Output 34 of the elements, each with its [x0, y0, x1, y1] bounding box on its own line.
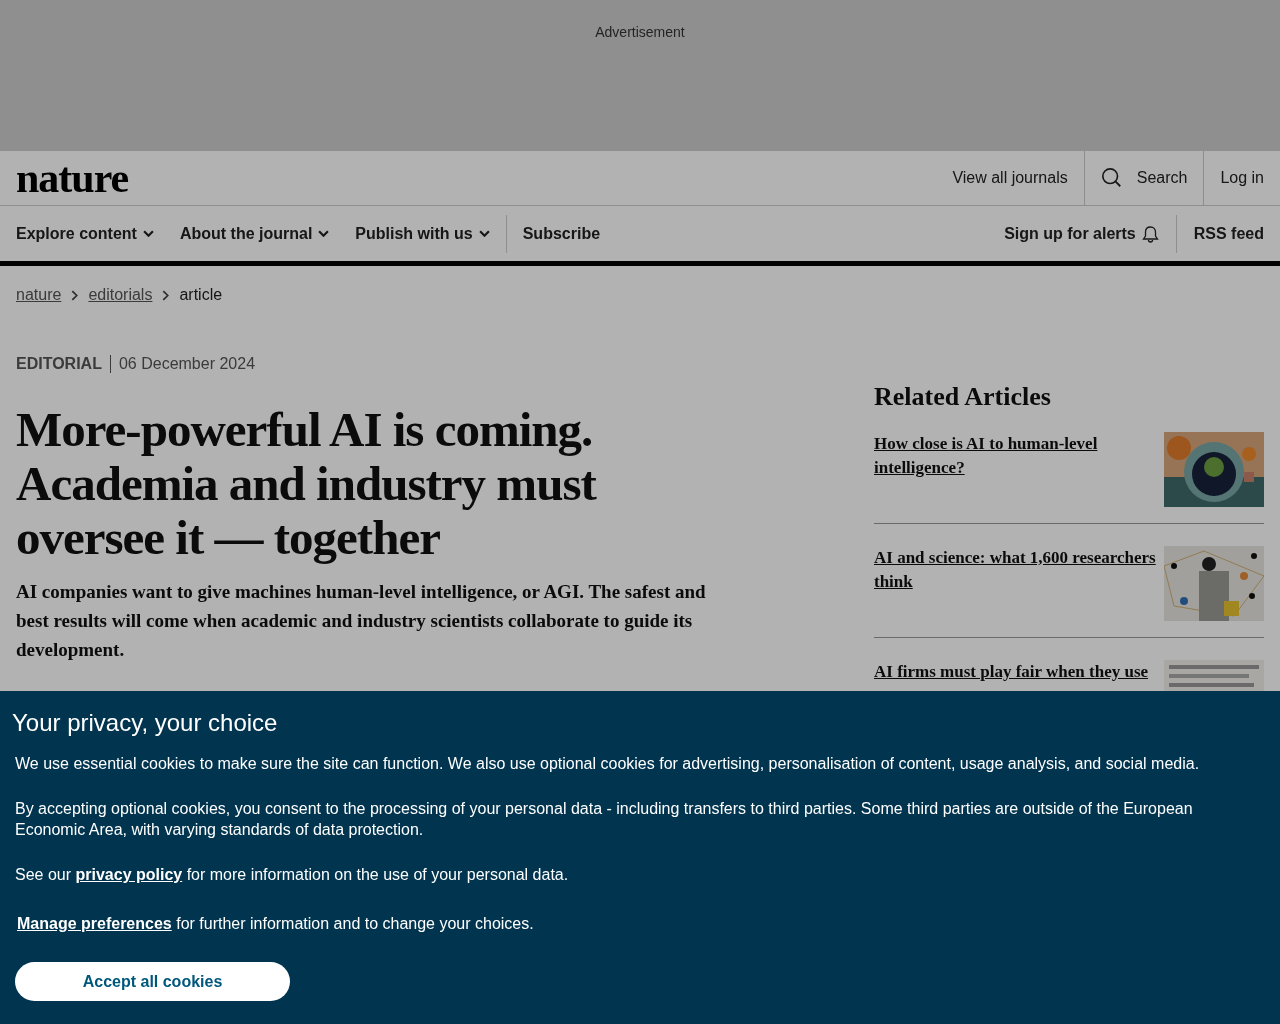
bell-icon	[1141, 224, 1159, 243]
breadcrumb-link[interactable]: editorials	[88, 286, 153, 304]
nav-menu-item[interactable]: Subscribe	[505, 214, 601, 253]
breadcrumb-current: article	[179, 286, 223, 304]
header-link[interactable]: Log in	[1203, 151, 1280, 205]
nav-link[interactable]: Sign up for alerts	[1004, 214, 1159, 253]
banner-link[interactable]: Manage preferences	[17, 915, 172, 932]
article-title: More-powerful AI is coming. Academia and industry must oversee it — together	[16, 403, 598, 565]
nature-logo[interactable]: nature	[16, 154, 129, 202]
header-link[interactable]: View all journals	[936, 151, 1084, 205]
search-button[interactable]: Search	[1083, 151, 1204, 205]
nav-menu-item[interactable]: About the journal	[179, 214, 330, 253]
article-date: 06 December 2024	[117, 355, 256, 373]
nav-link[interactable]: RSS feed	[1175, 214, 1264, 253]
article-standfirst: AI companies want to give machines human-level intelligence, or AGI. The safest and best results will come when academic and industry scientists collaborate to guide its development.	[16, 580, 707, 662]
banner-text: By accepting optional cookies, you consent to the processing of your personal data - including transfers to third parties. Some third parties are outside of the European Economic Area, with varying standards of data protection.	[15, 799, 1194, 840]
banner-text: Manage preferences for further information and to change your choices.	[16, 914, 535, 934]
banner-link[interactable]: privacy policy	[75, 866, 183, 883]
nav-menu-item[interactable]: Explore content	[16, 214, 154, 253]
banner-title: Your privacy, your choice	[12, 709, 279, 737]
banner-text: See our privacy policy for more information on the use of your personal data.	[15, 865, 570, 885]
related-article-link[interactable]: How close is AI to human-level intelligence?	[874, 432, 1160, 480]
nav-menu-item[interactable]: Publish with us	[355, 214, 490, 253]
chevron-right-icon	[162, 289, 170, 301]
related-article-link[interactable]: AI and science: what 1,600 researchers think	[874, 546, 1160, 594]
accept-cookies-button[interactable]: Accept all cookies	[15, 962, 290, 1001]
chevron-right-icon	[71, 289, 79, 301]
breadcrumb-link[interactable]: nature	[16, 286, 62, 304]
related-articles-heading: Related Articles	[874, 382, 1052, 412]
search-icon	[1100, 167, 1123, 189]
advertisement-label: Advertisement	[595, 24, 685, 41]
banner-text: We use essential cookies to make sure the site can function. We also use optional cookies for advertising, personalisation of content, usage analysis, and social media.	[15, 754, 1201, 774]
article-type: EDITORIAL	[16, 355, 111, 373]
related-article-link[interactable]: AI firms must play fair when they use	[874, 660, 1160, 684]
